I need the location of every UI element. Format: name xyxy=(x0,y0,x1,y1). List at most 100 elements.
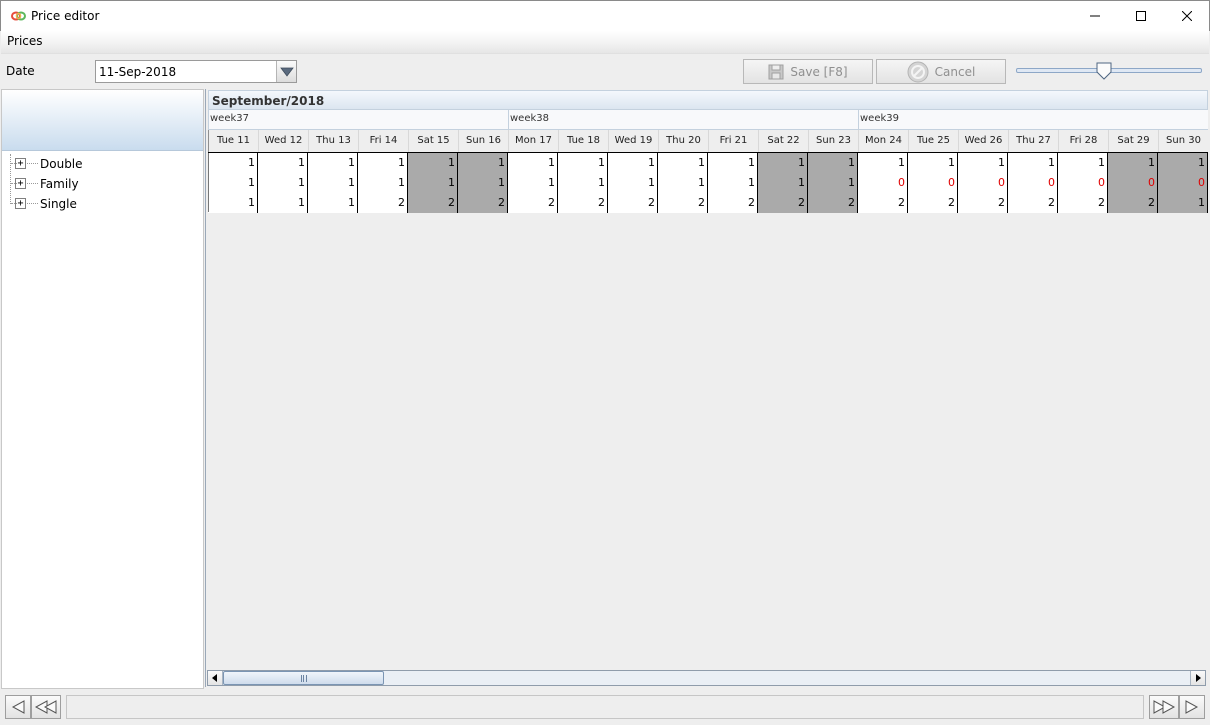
price-cell[interactable]: 1 xyxy=(508,153,558,173)
price-cell[interactable]: 2 xyxy=(1058,193,1108,213)
price-cell[interactable]: 2 xyxy=(1008,193,1058,213)
day-header: Tue 11 Wed 12 Thu 13 Fri 14 Sat 15 Sun 16 Mon … xyxy=(208,130,1208,152)
cancel-circle-icon xyxy=(907,61,929,82)
price-cell[interactable]: 0 xyxy=(1158,173,1208,193)
price-cell[interactable]: 2 xyxy=(808,193,858,213)
week-label: week39 xyxy=(858,110,1208,129)
price-cell[interactable]: 1 xyxy=(1108,153,1158,173)
price-cell[interactable]: 1 xyxy=(658,153,708,173)
price-cell[interactable]: 1 xyxy=(258,193,308,213)
price-cell[interactable]: 1 xyxy=(308,153,358,173)
price-cell[interactable]: 1 xyxy=(1008,153,1058,173)
maximize-button[interactable] xyxy=(1118,1,1164,31)
price-cell[interactable]: 2 xyxy=(508,193,558,213)
day-header-cell: Fri 14 xyxy=(358,130,408,152)
tree-connector xyxy=(27,183,38,184)
scroll-left-button[interactable] xyxy=(208,671,223,685)
price-cell[interactable]: 1 xyxy=(558,153,608,173)
tree-connector xyxy=(11,203,17,204)
price-cell[interactable]: 2 xyxy=(458,193,508,213)
price-cell[interactable]: 2 xyxy=(358,193,408,213)
price-cell[interactable]: 1 xyxy=(858,153,908,173)
price-cell[interactable]: 1 xyxy=(358,173,408,193)
tree-item-family[interactable]: Family xyxy=(40,177,79,191)
price-cell[interactable]: 1 xyxy=(258,153,308,173)
price-cell[interactable]: 1 xyxy=(1158,153,1208,173)
price-cell[interactable]: 1 xyxy=(808,153,858,173)
price-cell[interactable]: 1 xyxy=(308,193,358,213)
slider-thumb[interactable] xyxy=(1096,62,1112,80)
price-cell[interactable]: 1 xyxy=(908,153,958,173)
price-cell[interactable]: 1 xyxy=(408,153,458,173)
price-cell[interactable]: 2 xyxy=(1108,193,1158,213)
date-picker[interactable]: 11-Sep-2018 xyxy=(95,60,297,83)
price-cell[interactable]: 1 xyxy=(408,173,458,193)
price-cell[interactable]: 1 xyxy=(208,153,258,173)
zoom-slider[interactable] xyxy=(1014,60,1202,82)
nav-next-icon xyxy=(1153,700,1176,714)
price-cell[interactable]: 2 xyxy=(908,193,958,213)
scroll-thumb[interactable] xyxy=(223,671,384,685)
price-cell[interactable]: 1 xyxy=(558,173,608,193)
date-dropdown-button[interactable] xyxy=(276,61,296,82)
price-cell[interactable]: 1 xyxy=(1158,193,1208,213)
nav-last-icon xyxy=(1185,700,1199,714)
nav-last-button[interactable] xyxy=(1179,695,1205,719)
price-cell[interactable]: 0 xyxy=(908,173,958,193)
price-cell[interactable]: 2 xyxy=(708,193,758,213)
close-button[interactable] xyxy=(1164,1,1210,31)
minimize-button[interactable] xyxy=(1072,1,1118,31)
price-cell[interactable]: 2 xyxy=(608,193,658,213)
price-cell[interactable]: 1 xyxy=(208,173,258,193)
price-cell[interactable]: 0 xyxy=(1058,173,1108,193)
price-cell[interactable]: 1 xyxy=(208,193,258,213)
nav-prev-button[interactable] xyxy=(31,695,61,719)
price-cell[interactable]: 0 xyxy=(1008,173,1058,193)
save-button[interactable]: Save [F8] xyxy=(743,59,873,84)
price-cell[interactable]: 1 xyxy=(658,173,708,193)
tree-item-single[interactable]: Single xyxy=(40,197,77,211)
price-cell[interactable]: 1 xyxy=(758,173,808,193)
price-cell[interactable]: 0 xyxy=(1108,173,1158,193)
close-icon xyxy=(1182,11,1192,21)
nav-first-button[interactable] xyxy=(5,695,31,719)
day-header-cell: Sat 15 xyxy=(408,130,458,152)
tree-connector xyxy=(27,203,38,204)
price-cell[interactable]: 1 xyxy=(708,173,758,193)
day-header-cell: Thu 20 xyxy=(658,130,708,152)
price-cell[interactable]: 1 xyxy=(708,153,758,173)
price-cell[interactable]: 2 xyxy=(758,193,808,213)
price-cell[interactable]: 1 xyxy=(808,173,858,193)
day-header-cell: Tue 11 xyxy=(208,130,258,152)
price-cell[interactable]: 2 xyxy=(408,193,458,213)
price-cell[interactable]: 2 xyxy=(558,193,608,213)
price-cell[interactable]: 1 xyxy=(958,153,1008,173)
price-cell[interactable]: 1 xyxy=(358,153,408,173)
price-cell[interactable]: 0 xyxy=(958,173,1008,193)
scroll-right-button[interactable] xyxy=(1190,671,1205,685)
cancel-button[interactable]: Cancel xyxy=(876,59,1006,84)
app-rings-icon xyxy=(11,11,26,21)
price-cell[interactable]: 1 xyxy=(608,153,658,173)
nav-next-button[interactable] xyxy=(1149,695,1179,719)
price-cell[interactable]: 2 xyxy=(858,193,908,213)
menu-prices[interactable]: Prices xyxy=(7,34,43,48)
price-cell[interactable]: 0 xyxy=(858,173,908,193)
price-cell[interactable]: 2 xyxy=(658,193,708,213)
day-header-cell: Sun 23 xyxy=(808,130,858,152)
price-cell[interactable]: 2 xyxy=(958,193,1008,213)
price-cell[interactable]: 1 xyxy=(458,153,508,173)
price-cell[interactable]: 1 xyxy=(758,153,808,173)
price-cell[interactable]: 1 xyxy=(308,173,358,193)
price-cell[interactable]: 1 xyxy=(508,173,558,193)
price-cell[interactable]: 1 xyxy=(608,173,658,193)
floppy-disk-icon xyxy=(768,64,784,79)
date-value[interactable]: 11-Sep-2018 xyxy=(99,65,176,79)
horizontal-scrollbar[interactable] xyxy=(207,670,1206,686)
tree-item-double[interactable]: Double xyxy=(40,157,83,171)
day-header-cell: Fri 28 xyxy=(1058,130,1108,152)
price-cell[interactable]: 1 xyxy=(1058,153,1108,173)
price-cell[interactable]: 1 xyxy=(458,173,508,193)
day-header-cell: Sun 30 xyxy=(1158,130,1208,152)
price-cell[interactable]: 1 xyxy=(258,173,308,193)
